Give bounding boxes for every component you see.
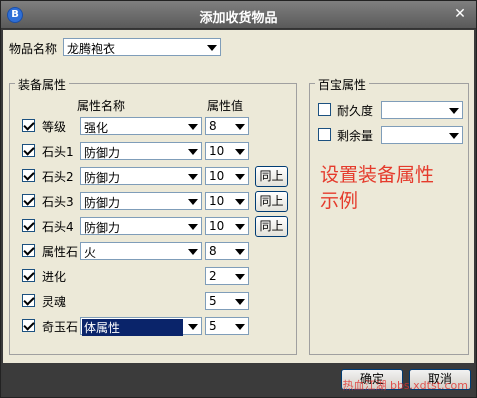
row-soul-value: 5 [209,294,217,308]
row-level-value: 8 [209,119,217,133]
row-jade-attr-select[interactable]: 体属性 [80,317,202,336]
row-stone1-checkbox[interactable] [22,144,35,157]
item-name-select[interactable]: 龙腾袍衣 [63,38,221,56]
row-evolution-value-select[interactable]: 2 [205,267,249,285]
row-attr-stone-checkbox[interactable] [22,244,35,257]
chevron-down-icon [235,149,245,155]
row-level-value-select[interactable]: 8 [205,117,249,135]
row-attr-stone-value-select[interactable]: 8 [205,242,249,260]
row-stone1-label: 石头1 [42,145,74,159]
row-stone1-value-select[interactable]: 10 [205,142,249,160]
chevron-down-icon [188,199,198,205]
row-stone4-label: 石头4 [42,220,74,234]
row-stone2-attr-value: 防御力 [84,171,121,185]
dialog-window: B 添加收货物品 ✕ 物品名称 龙腾袍衣 装备属性 属性名称 属性值 等级 强化… [0,0,477,398]
row-jade-value: 5 [209,319,217,333]
same-above-button-stone2[interactable]: 同上 [255,166,288,187]
annotation-text: 设置装备属性 示例 [320,162,434,214]
row-attr-stone-attr-value: 火 [84,246,97,260]
row-soul-checkbox[interactable] [22,294,35,307]
row-jade-label: 奇玉石 [42,320,79,334]
chevron-down-icon [235,124,245,130]
row-stone2-value: 10 [209,169,225,183]
title-bar[interactable]: B 添加收货物品 ✕ [1,1,476,29]
row-evolution-checkbox[interactable] [22,269,35,282]
row-stone4-checkbox[interactable] [22,219,35,232]
row-stone3-attr-select[interactable]: 防御力 [80,192,202,210]
durability-label: 耐久度 [337,104,374,118]
chevron-down-icon [235,199,245,205]
dialog-footer: 确定 取消 热血江湖 bbs.xdtst.com [3,363,474,397]
row-level-checkbox[interactable] [22,119,35,132]
row-stone1-value: 10 [209,144,225,158]
row-attr-stone-value: 8 [209,244,217,258]
chevron-down-icon [235,299,245,305]
row-stone3-value-select[interactable]: 10 [205,192,249,210]
chevron-down-icon [235,324,245,330]
annotation-line1: 设置装备属性 [320,164,435,186]
row-stone3-value: 10 [209,194,225,208]
row-stone4-value: 10 [209,219,225,233]
chevron-down-icon [188,324,198,330]
chevron-down-icon [188,149,198,155]
item-name-label: 物品名称 [9,42,58,56]
same-above-button-stone3[interactable]: 同上 [255,191,288,212]
row-stone3-attr-value: 防御力 [84,196,121,210]
row-attr-stone-attr-select[interactable]: 火 [80,242,202,260]
item-name-value: 龙腾袍衣 [67,42,116,56]
row-stone2-label: 石头2 [42,170,74,184]
row-jade-attr-value: 体属性 [82,319,183,336]
remaining-checkbox[interactable] [318,128,331,141]
chevron-down-icon [188,224,198,230]
close-icon[interactable]: ✕ [452,6,468,22]
dialog-body: 物品名称 龙腾袍衣 装备属性 属性名称 属性值 等级 强化 8 石头1 防御力 … [3,30,474,363]
row-stone2-value-select[interactable]: 10 [205,167,249,185]
chevron-down-icon [449,108,459,114]
equip-attributes-group: 装备属性 属性名称 属性值 等级 强化 8 石头1 防御力 10 石头2 防御力… [9,76,297,355]
row-stone3-checkbox[interactable] [22,194,35,207]
treasure-group-title: 百宝属性 [315,76,370,93]
treasure-attributes-group: 百宝属性 耐久度 剩余量 设置装备属性 示例 [309,76,469,355]
chevron-down-icon [188,249,198,255]
row-stone4-attr-select[interactable]: 防御力 [80,217,202,235]
row-attr-stone-label: 属性石 [42,245,79,259]
durability-select[interactable] [381,101,463,119]
watermark: 热血江湖 bbs.xdtst.com [342,379,468,392]
row-stone1-attr-select[interactable]: 防御力 [80,142,202,160]
row-level-attr-select[interactable]: 强化 [80,117,202,135]
attr-name-header: 属性名称 [77,99,126,113]
row-evolution-label: 进化 [42,270,67,284]
row-jade-checkbox[interactable] [22,319,35,332]
remaining-select[interactable] [381,126,463,144]
same-above-button-stone4[interactable]: 同上 [255,216,288,237]
row-stone1-attr-value: 防御力 [84,146,121,160]
row-jade-value-select[interactable]: 5 [205,317,249,335]
equip-group-title: 装备属性 [15,76,70,93]
chevron-down-icon [188,124,198,130]
row-level-label: 等级 [42,120,67,134]
durability-checkbox[interactable] [318,103,331,116]
attr-value-header: 属性值 [207,99,244,113]
row-stone4-attr-value: 防御力 [84,221,121,235]
remaining-label: 剩余量 [337,129,374,143]
chevron-down-icon [449,133,459,139]
row-evolution-value: 2 [209,269,217,283]
row-soul-label: 灵魂 [42,295,67,309]
chevron-down-icon [207,45,217,51]
row-stone2-checkbox[interactable] [22,169,35,182]
chevron-down-icon [235,274,245,280]
window-title: 添加收货物品 [199,11,278,26]
row-stone2-attr-select[interactable]: 防御力 [80,167,202,185]
chevron-down-icon [235,224,245,230]
annotation-line2: 示例 [320,190,359,212]
chevron-down-icon [235,249,245,255]
row-level-attr-value: 强化 [84,121,109,135]
chevron-down-icon [235,174,245,180]
row-stone4-value-select[interactable]: 10 [205,217,249,235]
row-soul-value-select[interactable]: 5 [205,292,249,310]
row-stone3-label: 石头3 [42,195,74,209]
chevron-down-icon [188,174,198,180]
